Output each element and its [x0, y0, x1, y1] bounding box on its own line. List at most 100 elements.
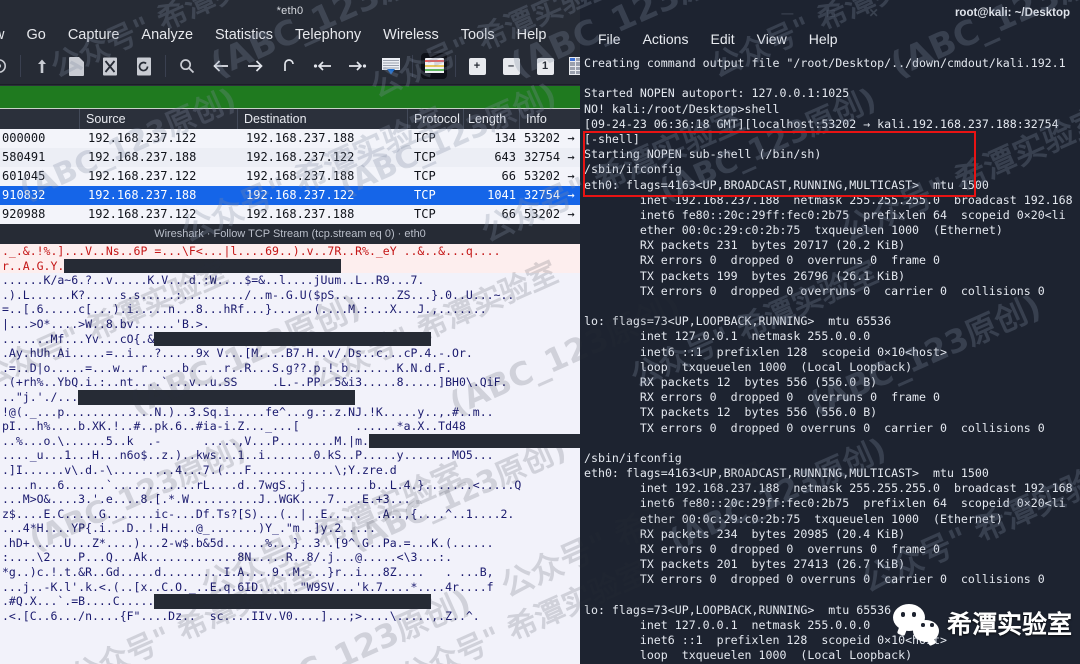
close-file-icon[interactable]: [97, 53, 123, 79]
terminal-line: RX packets 231 bytes 20717 (20.2 KiB): [584, 238, 906, 253]
stream-line: ....n...6......`............rL....d..7wg…: [0, 477, 580, 493]
cell-length: 134: [494, 131, 516, 145]
resize-columns-icon[interactable]: [566, 53, 580, 79]
table-row[interactable]: 601045 192.168.237.122 192.168.237.188 TCP 6…: [0, 167, 580, 186]
stream-line: ...M>O&....3.'.e....8.[.*.W..........J..…: [0, 492, 580, 507]
terminal-line: RX packets 12 bytes 556 (556.0 B): [584, 374, 878, 389]
table-row[interactable]: 920988 192.168.237.122 192.168.237.188 TCP 6…: [0, 205, 580, 224]
cell-source: 192.168.237.188: [88, 150, 197, 164]
terminal-menu-actions[interactable]: Actions: [635, 31, 697, 47]
maximize-icon[interactable]: □: [827, 6, 834, 20]
cell-info: 32754 →: [524, 150, 575, 164]
terminal-line: TX packets 201 bytes 27413 (26.7 KiB): [584, 557, 906, 572]
cell-protocol: TCP: [414, 150, 436, 164]
cell-length: 66: [501, 169, 516, 183]
follow-stream-title: Wireshark · Follow TCP Stream (tcp.strea…: [0, 224, 580, 244]
screenshot-root: *eth0 w Go Capture Analyze Statistics Te…: [0, 0, 1080, 664]
terminal-line: [09-24-23 06:36:18 GMT][localhost:53202 …: [584, 116, 1059, 131]
reload-file-icon[interactable]: [131, 53, 157, 79]
terminal-line: RX errors 0 dropped 0 overruns 0 frame 0: [584, 253, 940, 268]
cell-destination: 192.168.237.122: [246, 150, 355, 164]
menu-telephony[interactable]: Telephony: [284, 27, 372, 43]
stream-line: .<.[C..6.../n....{F"....Dz.. sc....IIv.V…: [0, 608, 580, 624]
packet-list[interactable]: Source Destination Protocol Length Info …: [0, 109, 580, 224]
redaction-block: [154, 331, 432, 347]
minimize-icon[interactable]: —: [781, 6, 793, 20]
display-filter-input[interactable]: [0, 85, 580, 109]
stream-line: ._.&.!%.]...V..Ns..6P =...\F<...|l....69…: [0, 244, 580, 259]
terminal-line: inet 127.0.0.1 netmask 255.0.0.0: [584, 329, 871, 344]
close-icon[interactable]: ✕: [869, 6, 879, 20]
cell-destination: 192.168.237.188: [246, 169, 355, 183]
col-header-no[interactable]: [0, 109, 80, 129]
terminal-line: inet 127.0.0.1 netmask 255.0.0.0: [584, 617, 871, 632]
toolbar-divider: [412, 55, 413, 77]
col-header-length[interactable]: Length: [464, 109, 520, 129]
terminal-line: /sbin/ifconfig: [584, 450, 682, 465]
open-file-icon[interactable]: [29, 53, 55, 79]
terminal-menu-file[interactable]: File: [590, 31, 629, 47]
terminal-line: inet6 fe80::20c:29ff:fec0:2b75 prefixlen…: [584, 496, 1066, 511]
zoom-in-icon[interactable]: +: [464, 53, 490, 79]
terminal-line: loop txqueuelen 1000 (Local Loopback): [584, 359, 913, 374]
col-header-info[interactable]: Info: [520, 109, 580, 129]
save-file-icon[interactable]: [63, 53, 89, 79]
stream-line: .(+rh%..YbQ.i.:..nt....`...v..u.SS .L.-.…: [0, 375, 580, 390]
go-last-packet-icon[interactable]: [344, 53, 370, 79]
terminal-line: /sbin/ifconfig: [584, 162, 682, 177]
menu-analyze[interactable]: Analyze: [130, 27, 204, 43]
table-row[interactable]: 580491 192.168.237.188 192.168.237.122 TCP 6…: [0, 148, 580, 167]
table-row[interactable]: 910832 192.168.237.188 192.168.237.122 TCP 1…: [0, 186, 580, 205]
stream-line: r..A.G.Y.: [0, 258, 580, 274]
stream-line: .]I......v\.d.-\.........4...7.(...F....…: [0, 462, 580, 478]
redaction-block: [368, 433, 580, 449]
table-row[interactable]: 000000 192.168.237.122 192.168.237.188 TCP 1…: [0, 129, 580, 148]
menu-view-clipped[interactable]: w: [0, 27, 15, 43]
stream-line: ......K/a~6.?..v.....K.V...d.:W....$=&..…: [0, 273, 580, 288]
terminal-line: TX errors 0 dropped 0 overruns 0 carrier…: [584, 572, 1045, 587]
menu-capture[interactable]: Capture: [57, 27, 131, 43]
terminal-output[interactable]: Creating command output file "/root/Desk…: [580, 52, 1080, 664]
cell-no: 580491: [2, 150, 46, 164]
stream-line: pI...h%....b.XK.!..#..pk.6..#ia-i.Z..._.…: [0, 419, 580, 434]
colorize-stripes: [424, 58, 444, 74]
col-header-protocol[interactable]: Protocol: [408, 109, 464, 129]
cell-info: 53202 →: [524, 131, 575, 145]
zoom-out-icon[interactable]: –: [498, 53, 524, 79]
cell-protocol: TCP: [414, 188, 436, 202]
menu-go[interactable]: Go: [15, 27, 56, 43]
terminal-menu-help[interactable]: Help: [801, 31, 846, 47]
cell-protocol: TCP: [414, 169, 436, 183]
terminal-line: ether 00:0c:29:c0:2b:75 txqueuelen 1000 …: [584, 511, 1003, 526]
stream-line: ...._u...1...H...n6o$..z.)..kws...1..i..…: [0, 448, 580, 463]
go-forward-icon[interactable]: [242, 53, 268, 79]
terminal-line: Creating command output file "/root/Desk…: [584, 56, 1066, 70]
follow-stream-content[interactable]: ._.&.!%.]...V..Ns..6P =...\F<...|l....69…: [0, 244, 580, 664]
colorize-icon[interactable]: [421, 53, 447, 79]
zoom-reset-icon[interactable]: 1: [532, 53, 558, 79]
go-to-packet-icon[interactable]: [276, 53, 302, 79]
cell-length: 66: [501, 207, 516, 221]
wireshark-titlebar: *eth0: [0, 0, 580, 22]
menu-tools[interactable]: Tools: [450, 27, 506, 43]
col-header-source[interactable]: Source: [80, 109, 238, 129]
menu-statistics[interactable]: Statistics: [204, 27, 284, 43]
cell-destination: 192.168.237.122: [246, 188, 355, 202]
col-header-destination[interactable]: Destination: [238, 109, 408, 129]
terminal-line: eth0: flags=4163<UP,BROADCAST,RUNNING,MU…: [584, 466, 989, 481]
capture-options-icon[interactable]: [0, 53, 12, 79]
terminal-menu-view[interactable]: View: [749, 31, 795, 47]
go-back-icon[interactable]: [208, 53, 234, 79]
find-packet-icon[interactable]: [174, 53, 200, 79]
autoscroll-icon[interactable]: [378, 53, 404, 79]
toolbar-divider: [165, 55, 166, 77]
cell-no: 601045: [2, 169, 46, 183]
menu-help[interactable]: Help: [506, 27, 558, 43]
stream-line: .......Mf...Yv...cO{.&: [0, 331, 580, 347]
menu-wireless[interactable]: Wireless: [372, 27, 450, 43]
stream-line: .#Q.X...`.=B....C.....: [0, 594, 580, 609]
terminal-menu-edit[interactable]: Edit: [702, 31, 742, 47]
go-first-packet-icon[interactable]: [310, 53, 336, 79]
cell-protocol: TCP: [414, 207, 436, 221]
